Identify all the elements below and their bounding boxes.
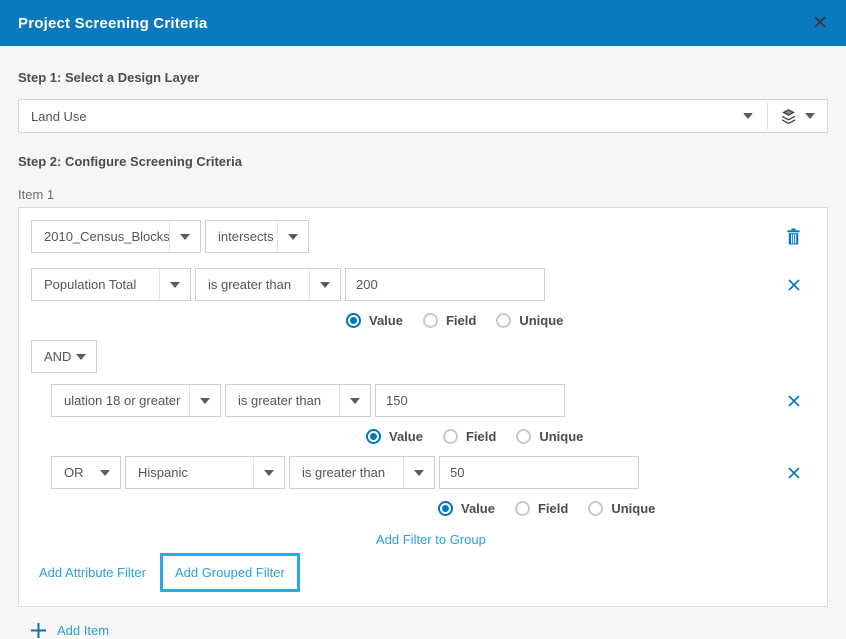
radio-unique-label: Unique: [539, 429, 583, 444]
radio-unselected-icon: [443, 429, 458, 444]
radio-selected-icon: [346, 313, 361, 328]
design-layer-dropdown[interactable]: Land Use: [18, 99, 828, 133]
radio-field-label: Field: [538, 501, 568, 516]
radio-field-label: Field: [466, 429, 496, 444]
radio-unique-2[interactable]: Unique: [516, 429, 583, 444]
chevron-down-icon: [403, 457, 434, 488]
radio-unselected-icon: [515, 501, 530, 516]
field-dropdown-1-value: Population Total: [32, 277, 159, 292]
spatial-operator-dropdown[interactable]: intersects: [205, 220, 309, 253]
logic-operator-value: AND: [32, 349, 76, 364]
panel-footer-links: Add Attribute Filter Add Grouped Filter: [31, 553, 815, 592]
close-icon[interactable]: ✕: [812, 14, 828, 33]
operator-dropdown-2[interactable]: is greater than: [225, 384, 371, 417]
chevron-down-icon: [743, 113, 753, 119]
design-layer-value: Land Use: [19, 109, 743, 124]
step1-heading: Step 1: Select a Design Layer: [18, 70, 828, 85]
operator-dropdown-3-value: is greater than: [290, 465, 403, 480]
dialog-title: Project Screening Criteria: [18, 15, 207, 32]
value-input-3[interactable]: [439, 456, 639, 489]
layer-dropdown-value: 2010_Census_Blocks: [32, 229, 169, 244]
grouped-filter-container: ulation 18 or greater is greater than: [51, 384, 815, 547]
dialog-body: Step 1: Select a Design Layer Land Use S…: [0, 70, 846, 639]
chevron-down-icon: [159, 269, 190, 300]
radio-unique-3[interactable]: Unique: [588, 501, 655, 516]
close-icon: [787, 394, 801, 408]
add-attribute-filter-link[interactable]: Add Attribute Filter: [39, 565, 146, 580]
operator-dropdown-1[interactable]: is greater than: [195, 268, 341, 301]
radio-unselected-icon: [588, 501, 603, 516]
logic-operator-dropdown-2[interactable]: OR: [51, 456, 121, 489]
value-input-2[interactable]: [375, 384, 565, 417]
chevron-down-icon: [100, 457, 120, 488]
value-type-radio-group-2: Value Field Unique: [366, 429, 815, 444]
item-label: Item 1: [18, 187, 828, 202]
chevron-down-icon: [309, 269, 340, 300]
add-item-button[interactable]: Add Item: [30, 622, 828, 639]
operator-dropdown-2-value: is greater than: [226, 393, 339, 408]
close-icon: [787, 278, 801, 292]
value-type-radio-group-1: Value Field Unique: [346, 313, 815, 328]
spatial-operator-value: intersects: [206, 229, 277, 244]
radio-selected-icon: [438, 501, 453, 516]
field-dropdown-1[interactable]: Population Total: [31, 268, 191, 301]
radio-value-2[interactable]: Value: [366, 429, 423, 444]
add-item-label: Add Item: [57, 623, 109, 638]
remove-filter-3-button[interactable]: [787, 466, 801, 480]
add-grouped-filter-focus-box: Add Grouped Filter: [160, 553, 300, 592]
attribute-filter-row-3: OR Hispanic is greater than: [51, 456, 815, 489]
radio-unselected-icon: [423, 313, 438, 328]
chevron-down-icon: [805, 113, 815, 119]
add-filter-to-group-link[interactable]: Add Filter to Group: [376, 532, 486, 547]
radio-value-label: Value: [389, 429, 423, 444]
chevron-down-icon: [76, 341, 96, 372]
logic-operator-2-value: OR: [52, 465, 100, 480]
screening-item-panel: 2010_Census_Blocks intersects: [18, 207, 828, 607]
value-type-radio-group-3: Value Field Unique: [438, 501, 815, 516]
field-dropdown-2-value: ulation 18 or greater: [52, 393, 189, 408]
plus-icon: [30, 622, 47, 639]
radio-field-1[interactable]: Field: [423, 313, 476, 328]
radio-value-label: Value: [369, 313, 403, 328]
trash-icon: [786, 228, 801, 245]
radio-value-1[interactable]: Value: [346, 313, 403, 328]
attribute-filter-row-1: Population Total is greater than: [31, 268, 815, 301]
radio-unselected-icon: [496, 313, 511, 328]
field-dropdown-3-value: Hispanic: [126, 465, 253, 480]
chevron-down-icon: [169, 221, 200, 252]
layer-list-button[interactable]: [768, 108, 827, 125]
chevron-down-icon: [277, 221, 308, 252]
radio-selected-icon: [366, 429, 381, 444]
value-input-1[interactable]: [345, 268, 545, 301]
radio-field-2[interactable]: Field: [443, 429, 496, 444]
radio-field-label: Field: [446, 313, 476, 328]
chevron-down-icon: [339, 385, 370, 416]
layer-dropdown[interactable]: 2010_Census_Blocks: [31, 220, 201, 253]
field-dropdown-3[interactable]: Hispanic: [125, 456, 285, 489]
close-icon: [787, 466, 801, 480]
radio-unique-label: Unique: [611, 501, 655, 516]
step2-heading: Step 2: Configure Screening Criteria: [18, 154, 828, 169]
logic-operator-dropdown[interactable]: AND: [31, 340, 97, 373]
field-dropdown-2[interactable]: ulation 18 or greater: [51, 384, 221, 417]
operator-dropdown-1-value: is greater than: [196, 277, 309, 292]
radio-unique-label: Unique: [519, 313, 563, 328]
operator-dropdown-3[interactable]: is greater than: [289, 456, 435, 489]
chevron-down-icon: [253, 457, 284, 488]
add-grouped-filter-link[interactable]: Add Grouped Filter: [175, 565, 285, 580]
radio-unselected-icon: [516, 429, 531, 444]
radio-field-3[interactable]: Field: [515, 501, 568, 516]
remove-filter-2-button[interactable]: [787, 394, 801, 408]
dialog-header: Project Screening Criteria ✕: [0, 0, 846, 46]
spatial-filter-row: 2010_Census_Blocks intersects: [31, 220, 815, 253]
radio-unique-1[interactable]: Unique: [496, 313, 563, 328]
chevron-down-icon: [189, 385, 220, 416]
delete-item-button[interactable]: [786, 228, 801, 245]
layers-icon: [780, 108, 797, 125]
remove-filter-1-button[interactable]: [787, 278, 801, 292]
radio-value-label: Value: [461, 501, 495, 516]
radio-value-3[interactable]: Value: [438, 501, 495, 516]
attribute-filter-row-2: ulation 18 or greater is greater than: [51, 384, 815, 417]
logic-operator-row: AND: [31, 340, 815, 373]
